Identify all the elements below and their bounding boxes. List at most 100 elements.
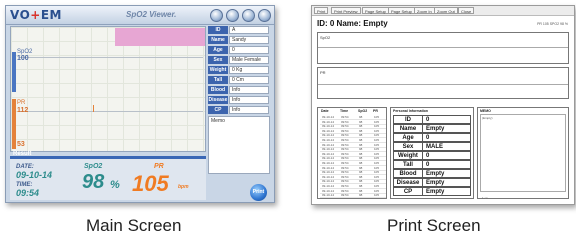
table-cell: 09-10-14 xyxy=(322,156,335,161)
table-cell: 105 xyxy=(374,184,380,188)
info-label: Age xyxy=(208,46,228,54)
pr-value: 105 xyxy=(132,171,169,196)
waveform-graph[interactable]: SpO2 100 PR 112 53 xyxy=(10,26,206,152)
info-row-cp[interactable]: CP Info xyxy=(208,106,270,114)
table-cell: 105 xyxy=(374,119,380,124)
table-cell: 09-10-14 xyxy=(322,115,335,119)
toolbar-button-page-setup[interactable]: Page Setup xyxy=(362,7,389,14)
info-row-weight[interactable]: Weight 0 Kg xyxy=(208,66,270,74)
table-cell: 105 xyxy=(374,124,380,129)
table-cell: 09:54 xyxy=(341,165,349,170)
print-info-row: CP Empty xyxy=(393,187,471,196)
print-info-value: 0 xyxy=(423,160,471,169)
table-cell: 09:54 xyxy=(341,124,349,129)
table-cell: 105 xyxy=(374,179,380,184)
print-info-row: Disease Empty xyxy=(393,178,471,187)
table-cell: 09-10-14 xyxy=(322,170,335,175)
table-cell: 09-10-14 xyxy=(322,133,335,138)
table-cell: 98 xyxy=(359,179,363,184)
info-row-age[interactable]: Age 0 xyxy=(208,46,270,54)
print-info-value: Empty xyxy=(423,178,471,187)
table-cell: 09:54 xyxy=(341,147,349,152)
table-cell: 98 xyxy=(359,147,363,152)
info-row-id[interactable]: ID A xyxy=(208,26,270,34)
print-info-label: CP xyxy=(393,187,423,196)
info-row-blood[interactable]: Blood Info xyxy=(208,86,270,94)
table-cell: 09:54 xyxy=(341,179,349,184)
memo-header: MEMO xyxy=(480,109,491,113)
title-bar: VO+EM SpO2 Viewer. xyxy=(6,6,274,25)
toolbar-button-page-setup-2[interactable]: Page Setup xyxy=(388,7,415,14)
info-row-disease[interactable]: Disease Info xyxy=(208,96,270,104)
table-cell: 09:54 xyxy=(341,184,349,188)
table-cell: 105 xyxy=(374,142,380,147)
info-row-sex[interactable]: Sex Male Female xyxy=(208,56,270,64)
table-cell: 105 xyxy=(374,133,380,138)
table-cell: 09:54 xyxy=(341,142,349,147)
open-button[interactable] xyxy=(210,9,223,22)
info-field[interactable]: Sandy xyxy=(229,36,269,44)
pr-axis-line xyxy=(19,111,203,112)
memo-field[interactable]: Memo xyxy=(208,116,270,174)
settings-button[interactable] xyxy=(242,9,255,22)
toolbar-button-zoom-in[interactable]: Zoom In xyxy=(414,7,435,14)
table-cell: 105 xyxy=(374,115,380,119)
table-cell: 98 xyxy=(359,133,363,138)
table-cell: 105 xyxy=(374,170,380,175)
info-field[interactable]: 0 Cm xyxy=(229,76,269,84)
table-cell: 09-10-14 xyxy=(322,138,335,142)
table-cell: 09-10-14 xyxy=(322,119,335,124)
print-info-label: Age xyxy=(393,133,423,142)
info-header: Personal Information xyxy=(393,109,429,113)
save-button[interactable] xyxy=(226,9,239,22)
patient-info-panel: ID A Name Sandy Age 0 Sex Male Female We… xyxy=(208,26,270,176)
info-field[interactable]: Info xyxy=(229,96,269,104)
print-button[interactable]: Print xyxy=(250,184,267,201)
print-info-label: ID xyxy=(393,115,423,124)
app-title: SpO2 Viewer. xyxy=(126,10,177,19)
print-toolbar: Print Print Preview Page Setup Page Setu… xyxy=(312,6,574,16)
table-cell: 09-10-14 xyxy=(322,147,335,152)
toolbar-button-print-preview[interactable]: Print Preview xyxy=(331,7,361,14)
toolbar-button-close[interactable]: Close xyxy=(458,7,475,14)
print-screen-window: Print Print Preview Page Setup Page Setu… xyxy=(311,5,575,205)
info-field[interactable]: A xyxy=(229,26,269,34)
table-cell: 98 xyxy=(359,128,363,133)
spo2-graph-label: SpO2 xyxy=(320,35,331,40)
table-cell: 09-10-14 xyxy=(322,188,335,193)
table-cell: 09:54 xyxy=(341,138,349,142)
print-spo2-graph: SpO2 xyxy=(317,32,569,64)
info-row-name[interactable]: Name Sandy xyxy=(208,36,270,44)
result-header: Result xyxy=(13,151,32,157)
print-info-row: ID 0 xyxy=(393,115,471,124)
table-cell: 09-10-14 xyxy=(322,128,335,133)
table-cell: 98 xyxy=(359,161,363,165)
print-info-label: Blood xyxy=(393,169,423,178)
info-label: CP xyxy=(208,106,228,114)
voem-logo: VO+EM xyxy=(10,8,62,22)
pr-scale-top: 112 xyxy=(17,107,29,114)
info-field[interactable]: 0 Kg xyxy=(229,66,269,74)
main-screen-window: VO+EM SpO2 Viewer. SpO2 100 PR 112 53 Re… xyxy=(5,5,275,203)
info-field[interactable]: Male Female xyxy=(229,56,269,64)
pr-trace-line xyxy=(318,84,568,85)
toolbar-button-print[interactable]: Print xyxy=(314,7,329,14)
print-info-label: Tall xyxy=(393,160,423,169)
table-cell: 09:54 xyxy=(341,133,349,138)
info-field[interactable]: Info xyxy=(229,106,269,114)
pr-channel-label: PR xyxy=(17,100,26,106)
info-field[interactable]: Info xyxy=(229,86,269,94)
print-info-value: 0 xyxy=(423,115,471,124)
toolbar-button-zoom-out[interactable]: Zoom Out xyxy=(434,7,458,14)
close-button[interactable] xyxy=(258,9,271,22)
print-info-row: Tall 0 xyxy=(393,160,471,169)
table-cell: 98 xyxy=(359,193,363,198)
table-cell: 105 xyxy=(374,156,380,161)
info-row-tall[interactable]: Tall 0 Cm xyxy=(208,76,270,84)
info-field[interactable]: 0 xyxy=(229,46,269,54)
table-cell: 105 xyxy=(374,161,380,165)
table-cell: 98 xyxy=(359,142,363,147)
table-cell: 105 xyxy=(374,193,380,198)
table-cell: 98 xyxy=(359,119,363,124)
table-cell: 09-10-14 xyxy=(322,151,335,156)
